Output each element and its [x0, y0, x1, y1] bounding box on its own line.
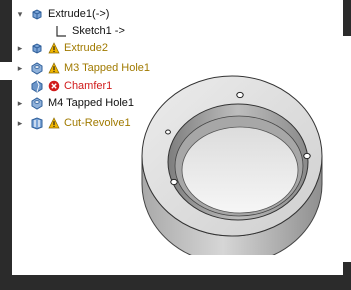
hole-wizard-icon	[30, 61, 44, 75]
extrude-feature-icon	[30, 41, 44, 55]
left-border-gap	[0, 62, 12, 80]
warning-icon	[48, 42, 60, 54]
expand-caret-icon[interactable]: ▾	[14, 9, 26, 20]
ring-bottom-face	[181, 126, 299, 214]
cut-revolve-icon	[30, 116, 44, 130]
tree-item-label: Sketch1 ->	[72, 25, 125, 37]
sketch-icon	[54, 24, 68, 38]
tree-item-label: Extrude1(->)	[48, 8, 110, 20]
hole-wizard-icon	[30, 96, 44, 110]
expand-caret-icon[interactable]: ▸	[14, 63, 26, 74]
tree-item-label: Cut-Revolve1	[64, 117, 131, 129]
tree-item-label: Extrude2	[64, 42, 109, 54]
expand-caret-icon[interactable]: ▸	[14, 43, 26, 54]
ring-part-model[interactable]	[132, 70, 332, 255]
tree-item-cut-revolve1[interactable]: ▸ Cut-Revolve1	[14, 114, 131, 132]
error-icon	[48, 80, 60, 92]
tree-item-chamfer1[interactable]: Chamfer1	[26, 77, 112, 95]
extrude-feature-icon	[30, 7, 44, 21]
expand-caret-icon[interactable]: ▸	[14, 98, 26, 109]
graphics-area[interactable]: ▾ Extrude1(->) Sketch1 -> ▸ Extrude2 ▸ M…	[12, 0, 343, 275]
tree-item-extrude1[interactable]: ▾ Extrude1(->)	[14, 5, 110, 23]
tree-item-label: Chamfer1	[64, 80, 113, 92]
tree-item-extrude2[interactable]: ▸ Extrude2	[14, 39, 108, 57]
chamfer-icon	[30, 79, 44, 93]
tree-item-m4-tapped-hole1[interactable]: ▸ M4 Tapped Hole1	[14, 94, 134, 112]
warning-icon	[48, 62, 60, 74]
warning-icon	[48, 117, 60, 129]
tree-item-sketch1[interactable]: Sketch1 ->	[50, 22, 125, 40]
expand-caret-icon[interactable]: ▸	[14, 118, 26, 129]
bottom-border	[0, 276, 351, 290]
tree-item-m3-tapped-hole1[interactable]: ▸ M3 Tapped Hole1	[14, 59, 150, 77]
tree-item-label: M4 Tapped Hole1	[48, 97, 135, 109]
right-border-gap	[343, 36, 351, 262]
